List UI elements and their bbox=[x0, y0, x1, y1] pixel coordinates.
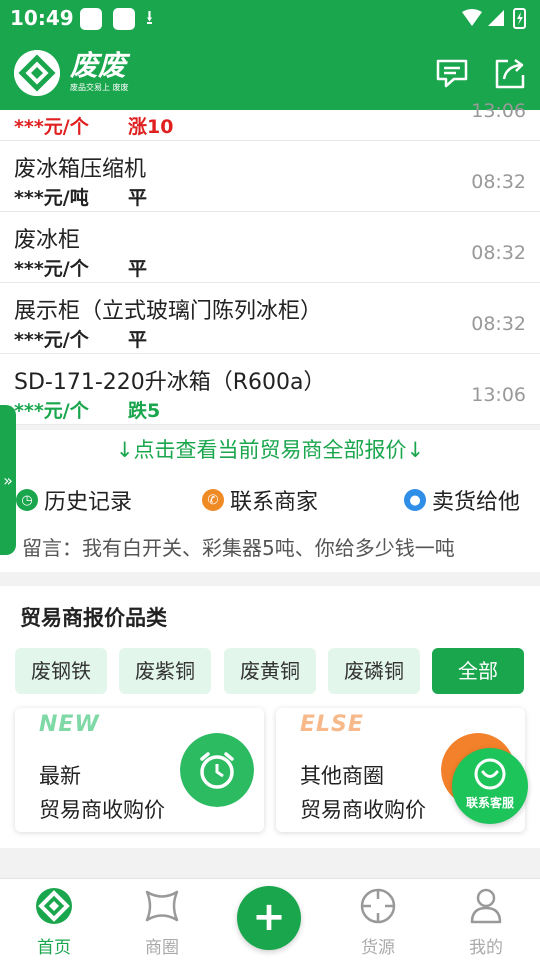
user-icon: ● bbox=[404, 489, 426, 511]
latest-prices-card[interactable]: NEW 最新 贸易商收购价 bbox=[15, 708, 264, 832]
nav-label: 货源 bbox=[361, 938, 395, 958]
status-bar: 10:49 ⭳ bbox=[0, 0, 540, 36]
price-value: ***元/吨 bbox=[14, 187, 89, 209]
sell-label: 卖货给他 bbox=[432, 490, 521, 515]
download-icon: ⭳ bbox=[146, 5, 153, 29]
card-line1: 最新 bbox=[39, 764, 81, 788]
item-title: 展示柜（立式玻璃门陈列冰柜） bbox=[14, 299, 323, 324]
phone-icon: ✆ bbox=[202, 489, 224, 511]
alarm-clock-icon bbox=[180, 733, 254, 807]
price-value: ***元/个 bbox=[14, 258, 89, 280]
nav-mine[interactable]: 我的 bbox=[446, 887, 526, 958]
signal-battery-icon bbox=[462, 8, 526, 29]
section-title: 贸易商报价品类 bbox=[20, 606, 167, 630]
card-tag: ELSE bbox=[300, 712, 364, 737]
price-value: ***元/个 bbox=[14, 116, 89, 138]
category-chip[interactable]: 废紫铜 bbox=[119, 648, 211, 694]
contact-label: 联系商家 bbox=[230, 490, 319, 515]
share-icon[interactable] bbox=[492, 55, 528, 91]
price-row[interactable]: SD-171-220升冰箱（R600a） ***元/个 跌5 13:06 bbox=[0, 354, 540, 425]
nav-label: 商圈 bbox=[145, 938, 179, 958]
price-value: ***元/个 bbox=[14, 400, 89, 422]
contact-button[interactable]: ✆ 联系商家 bbox=[202, 484, 318, 516]
brand-logo bbox=[14, 50, 60, 96]
price-value: ***元/个 bbox=[14, 329, 89, 351]
price-change: 平 bbox=[128, 258, 148, 280]
home-icon bbox=[36, 888, 72, 924]
price-row[interactable]: 废冰柜 ***元/个 平 08:32 bbox=[0, 212, 540, 283]
item-title: SD-171-220升冰箱（R600a） bbox=[14, 370, 326, 395]
sell-button[interactable]: ● 卖货给他 bbox=[404, 484, 520, 516]
nav-label: 首页 bbox=[37, 938, 71, 958]
nav-sources[interactable]: 货源 bbox=[338, 887, 418, 958]
headset-heart-icon bbox=[474, 758, 506, 790]
update-time: 08:32 bbox=[471, 313, 526, 335]
user-icon bbox=[470, 888, 502, 924]
price-change: 平 bbox=[128, 329, 148, 351]
category-chip[interactable]: 废钢铁 bbox=[15, 648, 107, 694]
update-time: 13:06 bbox=[471, 100, 526, 122]
price-list: ***元/个 涨10 13:06 废冰箱压缩机 ***元/吨 平 08:32 废… bbox=[0, 100, 540, 425]
item-title: 废冰箱压缩机 bbox=[14, 157, 147, 182]
price-change: 平 bbox=[128, 187, 148, 209]
price-row[interactable]: 废冰箱压缩机 ***元/吨 平 08:32 bbox=[0, 141, 540, 212]
card-line2: 贸易商收购价 bbox=[300, 798, 426, 822]
update-time: 13:06 bbox=[471, 384, 526, 406]
price-row[interactable]: 展示柜（立式玻璃门陈列冰柜） ***元/个 平 08:32 bbox=[0, 283, 540, 354]
category-chip-all[interactable]: 全部 bbox=[432, 648, 524, 694]
brand: 废废 废品交易上 废废 bbox=[70, 50, 129, 94]
view-all-prices-link[interactable]: ↓点击查看当前贸易商全部报价↓ bbox=[0, 430, 540, 470]
status-time: 10:49 bbox=[10, 6, 74, 30]
card-line1: 其他商圈 bbox=[300, 764, 384, 788]
history-button[interactable]: ◷ 历史记录 bbox=[16, 484, 132, 516]
price-change: 涨10 bbox=[128, 116, 174, 138]
app-header: 10:49 ⭳ 废废 废品交易上 废废 bbox=[0, 0, 540, 110]
message-icon[interactable] bbox=[434, 55, 470, 91]
clock-icon: ◷ bbox=[16, 489, 38, 511]
side-drawer-handle[interactable]: » bbox=[0, 405, 16, 555]
card-line2: 贸易商收购价 bbox=[39, 798, 165, 822]
price-row[interactable]: ***元/个 涨10 13:06 bbox=[0, 100, 540, 141]
nav-label: 我的 bbox=[469, 938, 503, 958]
update-time: 08:32 bbox=[471, 242, 526, 264]
notification-icon bbox=[113, 8, 135, 30]
update-time: 08:32 bbox=[471, 171, 526, 193]
category-chip[interactable]: 废黄铜 bbox=[224, 648, 316, 694]
category-chip[interactable]: 废磷铜 bbox=[328, 648, 420, 694]
trader-message: 留言：我有白开关、彩集器5吨、你给多少钱一吨 bbox=[0, 530, 540, 572]
nav-circle[interactable]: 商圈 bbox=[122, 887, 202, 958]
brand-name: 废废 bbox=[70, 49, 127, 82]
crosshair-icon bbox=[360, 888, 396, 924]
brand-slogan: 废品交易上 废废 bbox=[70, 83, 129, 92]
service-label: 联系客服 bbox=[465, 796, 514, 810]
notification-icon bbox=[80, 8, 102, 30]
bowtie-icon bbox=[145, 890, 179, 922]
item-title: 废冰柜 bbox=[14, 228, 81, 253]
history-label: 历史记录 bbox=[44, 490, 133, 515]
price-change: 跌5 bbox=[128, 400, 161, 422]
nav-home[interactable]: 首页 bbox=[14, 887, 94, 958]
publish-plus-button[interactable]: + bbox=[237, 886, 301, 950]
trader-actions: ◷ 历史记录 ✆ 联系商家 ● 卖货给他 bbox=[0, 470, 540, 530]
card-tag: NEW bbox=[39, 712, 100, 737]
customer-service-button[interactable]: 联系客服 bbox=[452, 748, 528, 824]
